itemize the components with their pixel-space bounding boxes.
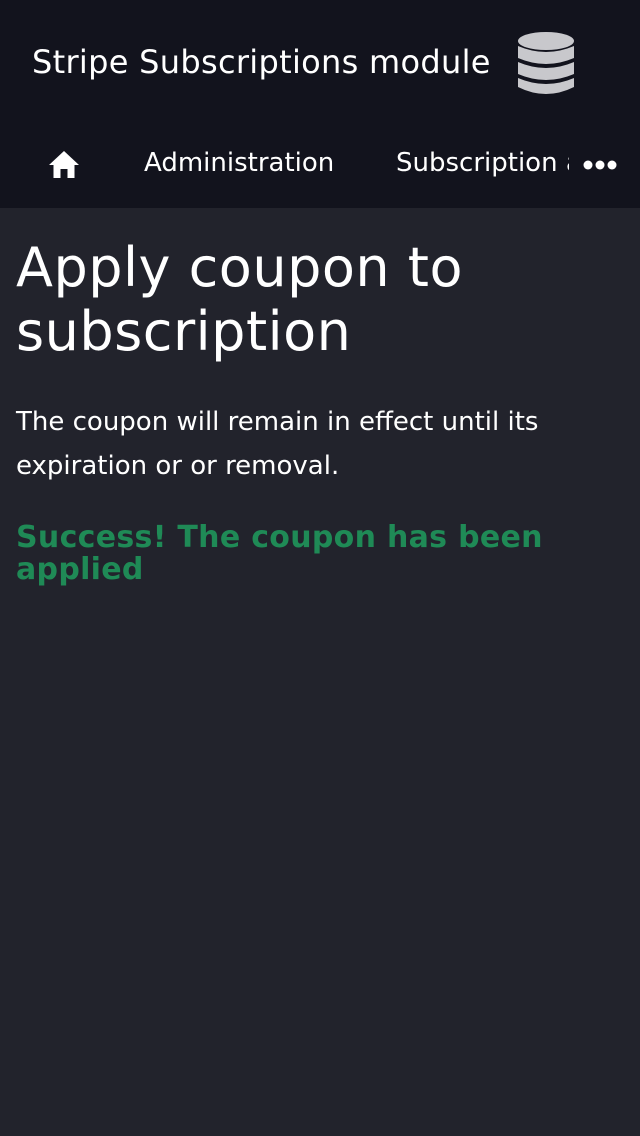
page-title: Apply coupon to subscription: [16, 236, 463, 363]
home-icon: [49, 151, 79, 178]
app-header: Stripe Subscriptions module Administrati…: [0, 0, 640, 208]
nav-item-subscription[interactable]: Subscription a: [396, 144, 569, 182]
nav-item-administration[interactable]: Administration: [144, 144, 334, 182]
app-title: Stripe Subscriptions module: [32, 43, 491, 81]
page-description: The coupon will remain in effect until i…: [16, 407, 539, 481]
main-nav: Administration Subscription a: [0, 126, 640, 202]
database-icon: [518, 32, 574, 94]
main-content: Apply coupon to subscription The coupon …: [16, 236, 616, 586]
ellipsis-icon[interactable]: [580, 152, 620, 178]
success-message: Success! The coupon has been applied: [16, 520, 543, 587]
home-link[interactable]: [47, 148, 81, 182]
